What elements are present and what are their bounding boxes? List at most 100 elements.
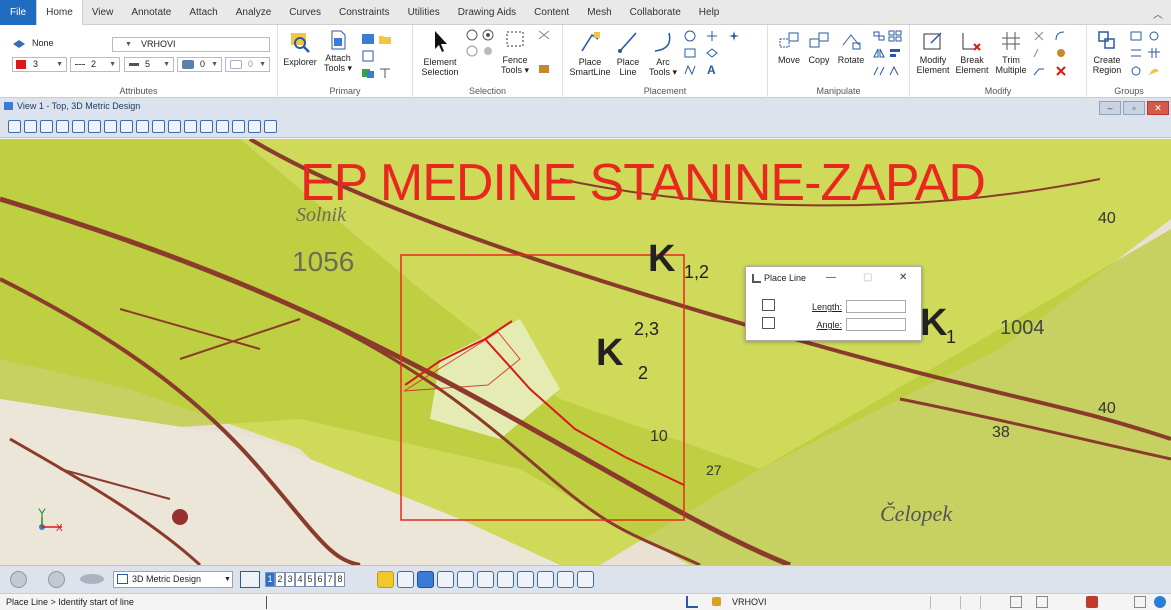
star-icon[interactable] <box>727 30 741 42</box>
ribbon-collapse-icon[interactable]: ︿ <box>1153 6 1163 21</box>
raster-icon[interactable] <box>378 67 392 79</box>
model-tree-icon[interactable] <box>80 574 104 584</box>
pan-view-icon[interactable] <box>152 120 165 133</box>
status-level[interactable]: VRHOVI <box>732 597 767 607</box>
map-viewport[interactable]: K 1,2 K 2,3 2 K 1 1056 Solnik 1004 40 40… <box>0 139 1171 565</box>
tab-annotate[interactable]: Annotate <box>122 0 180 25</box>
place-smartline-button[interactable]: Place SmartLine <box>569 29 611 77</box>
snap-intersection-icon[interactable] <box>517 571 534 588</box>
explorer-button[interactable]: Explorer <box>282 29 318 67</box>
rectangle-icon[interactable] <box>683 47 697 59</box>
create-region-button[interactable]: Create Region <box>1089 29 1125 75</box>
zoom-in-icon[interactable] <box>72 120 85 133</box>
stretch-icon[interactable] <box>872 65 886 77</box>
element-selection-button[interactable]: Element Selection <box>417 29 463 77</box>
references-icon[interactable] <box>361 67 375 79</box>
angle-lock-checkbox[interactable] <box>762 317 775 329</box>
model-select[interactable]: 3D Metric Design <box>113 571 233 588</box>
lighting-icon[interactable] <box>40 120 53 133</box>
fence-fill-icon[interactable] <box>537 63 551 75</box>
rotate-button[interactable]: Rotate <box>834 29 868 65</box>
view-button-4[interactable]: 4 <box>295 572 305 587</box>
window-area-icon[interactable] <box>104 120 117 133</box>
level-display[interactable]: None <box>28 37 108 52</box>
snap-mode-icon[interactable] <box>577 571 594 588</box>
globe-icon[interactable] <box>1154 596 1166 608</box>
tab-drawing-aids[interactable]: Drawing Aids <box>449 0 525 25</box>
tab-home[interactable]: Home <box>36 0 83 25</box>
deselect-icon[interactable] <box>465 45 479 57</box>
point-icon[interactable] <box>705 30 719 42</box>
pattern-icon[interactable] <box>1129 47 1143 59</box>
tab-utilities[interactable]: Utilities <box>399 0 449 25</box>
hatch-icon[interactable] <box>1147 30 1161 42</box>
clear-fence-icon[interactable] <box>537 29 551 41</box>
tab-file[interactable]: File <box>0 0 37 25</box>
snap-bisector-icon[interactable] <box>497 571 514 588</box>
folder-icon[interactable] <box>378 33 392 45</box>
tab-attach[interactable]: Attach <box>180 0 226 25</box>
display-style-icon[interactable] <box>24 120 37 133</box>
tab-analyze[interactable]: Analyze <box>227 0 281 25</box>
camera-icon[interactable] <box>232 120 245 133</box>
rotate-view-icon[interactable] <box>136 120 149 133</box>
array-icon[interactable] <box>888 30 902 42</box>
length-input[interactable] <box>846 300 906 313</box>
snap-tangent-icon[interactable] <box>537 571 554 588</box>
view-button-5[interactable]: 5 <box>305 572 315 587</box>
mirror-icon[interactable] <box>872 47 886 59</box>
move-button[interactable]: Move <box>774 29 804 65</box>
view-groups-icon[interactable] <box>240 571 260 588</box>
select-group-icon[interactable] <box>481 45 495 57</box>
walk-icon[interactable] <box>168 120 181 133</box>
snap-nearest-icon[interactable] <box>397 571 414 588</box>
tab-mesh[interactable]: Mesh <box>578 0 620 25</box>
fit-view-icon[interactable] <box>120 120 133 133</box>
tab-curves[interactable]: Curves <box>280 0 330 25</box>
copy-button[interactable]: Copy <box>804 29 834 65</box>
tab-view[interactable]: View <box>83 0 123 25</box>
snap-center-icon[interactable] <box>457 571 474 588</box>
toggle-panel-icon[interactable] <box>1134 596 1146 608</box>
clip-mask-icon[interactable] <box>264 120 277 133</box>
lock-icon[interactable] <box>712 597 721 606</box>
select-target-icon[interactable] <box>481 29 495 41</box>
view-button-2[interactable]: 2 <box>275 572 285 587</box>
priority-select[interactable]: 0 ▼ <box>225 57 270 72</box>
scale-icon[interactable] <box>872 30 886 42</box>
modify-element-button[interactable]: Modify Element <box>914 29 952 75</box>
snap-keypoint-icon[interactable] <box>417 571 434 588</box>
view-button-8[interactable]: 8 <box>335 572 345 587</box>
length-lock-checkbox[interactable] <box>762 299 775 311</box>
region-leaf-icon[interactable] <box>1147 65 1161 77</box>
model-icon[interactable] <box>361 33 375 45</box>
level-select[interactable]: ▼ VRHOVI <box>112 37 270 52</box>
intersect-icon[interactable] <box>1032 65 1046 77</box>
transparency-select[interactable]: 0 ▼ <box>177 57 222 72</box>
arc-tools-button[interactable]: Arc Tools ▾ <box>645 29 681 77</box>
line-weight-select[interactable]: 5 ▼ <box>124 57 174 72</box>
color-select[interactable]: 3 ▼ <box>12 57 67 72</box>
snap-midpoint-icon[interactable] <box>437 571 454 588</box>
spin-icon[interactable] <box>888 65 902 77</box>
tab-constraints[interactable]: Constraints <box>330 0 399 25</box>
trim-multiple-button[interactable]: Trim Multiple <box>992 29 1030 75</box>
angle-input[interactable] <box>846 318 906 331</box>
extend-icon[interactable] <box>1054 47 1068 59</box>
align-icon[interactable] <box>888 47 902 59</box>
place-line-button[interactable]: Place Line <box>613 29 643 77</box>
sheet-icon[interactable] <box>361 50 375 62</box>
line-style-select[interactable]: 2 ▼ <box>70 57 120 72</box>
fence-tools-button[interactable]: Fence Tools ▾ <box>497 29 533 75</box>
back-icon[interactable] <box>10 571 27 588</box>
circle-icon[interactable] <box>683 30 697 42</box>
view-button-3[interactable]: 3 <box>285 572 295 587</box>
forward-icon[interactable] <box>48 571 65 588</box>
minimize-icon[interactable]: – <box>1099 101 1121 115</box>
dialog-close-icon[interactable]: ✕ <box>899 272 907 283</box>
polygon-icon[interactable] <box>705 47 719 59</box>
break-element-button[interactable]: Break Element <box>952 29 992 75</box>
dialog-maximize-icon[interactable]: ▢ <box>863 272 872 283</box>
tab-collaborate[interactable]: Collaborate <box>621 0 690 25</box>
attach-tools-button[interactable]: Attach Tools ▾ <box>320 29 356 73</box>
